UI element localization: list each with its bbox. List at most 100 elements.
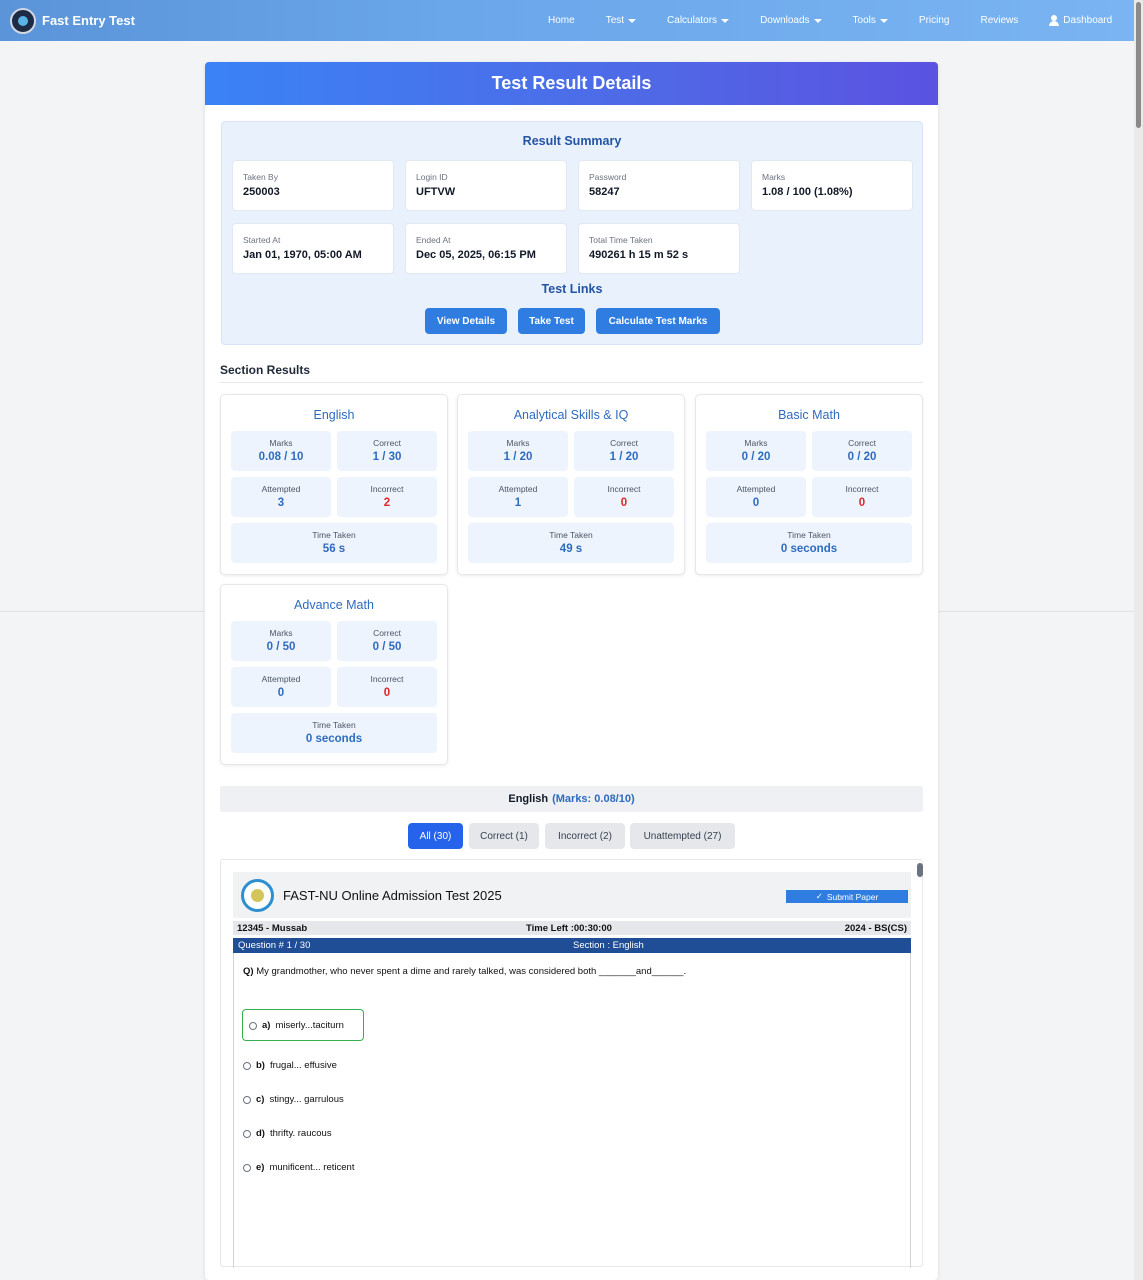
stat-attempted-value: 0 [752,497,760,509]
question-text: Q) My grandmother, who never spent a dim… [243,966,686,977]
caret-down-icon [813,18,822,23]
stat-attempted: Attempted 0 [706,477,806,517]
total-time-label: Total Time Taken [589,235,653,245]
brand[interactable]: Fast Entry Test [10,7,135,34]
radio-icon[interactable] [243,1095,251,1104]
radio-icon[interactable] [243,1163,251,1172]
filter-incorrect-button[interactable]: Incorrect (2) [545,823,625,849]
stat-marks-value: 0 / 50 [266,641,296,653]
submit-paper-label: Submit Paper [826,891,879,902]
nav-dashboard[interactable]: Dashboard [1049,15,1112,26]
stat-incorrect-value: 2 [383,497,391,509]
stat-incorrect: Incorrect 0 [337,667,437,707]
stat-marks: Marks 0.08 / 10 [231,431,331,471]
nav-dashboard-label: Dashboard [1063,15,1113,26]
option-b[interactable]: b) frugal... effusive [243,1060,337,1071]
radio-icon[interactable] [243,1129,251,1138]
stat-attempted: Attempted 1 [468,477,568,517]
take-test-button[interactable]: Take Test [518,308,585,334]
top-navbar: Fast Entry Test Home Test Calculators Do… [0,0,1134,41]
option-text: stingy... garrulous [269,1094,344,1105]
stat-attempted-label: Attempted [498,484,538,494]
stat-correct-label: Correct [610,438,638,448]
started-at-tile: Started At Jan 01, 1970, 05:00 AM [232,223,394,274]
stat-time-value: 49 s [559,543,583,555]
marks-label: Marks [762,172,786,182]
option-text: munificent... reticent [269,1162,355,1173]
submit-paper-button[interactable]: ✓ Submit Paper [786,890,908,903]
nav-pricing[interactable]: Pricing [919,15,950,26]
ended-at-value: Dec 05, 2025, 06:15 PM [416,249,536,261]
filter-all-button[interactable]: All (30) [408,823,463,849]
calculate-test-marks-button[interactable]: Calculate Test Marks [596,308,720,334]
stat-incorrect-label: Incorrect [845,484,879,494]
nav-reviews[interactable]: Reviews [980,15,1018,26]
marks-tile: Marks 1.08 / 100 (1.08%) [751,160,913,211]
option-key: c) [256,1094,265,1105]
nav-pricing-label: Pricing [918,15,950,26]
option-e[interactable]: e) munificent... reticent [243,1162,354,1173]
stat-marks: Marks 0 / 50 [231,621,331,661]
stat-incorrect-value: 0 [383,687,391,699]
section-card-advance-math: Advance Math Marks 0 / 50 Correct 0 / 50… [220,584,448,765]
nav-downloads[interactable]: Downloads [760,15,822,26]
ended-at-label: Ended At [416,235,451,245]
result-summary: Result Summary Taken By 250003 Login ID … [221,121,923,345]
stat-incorrect-label: Incorrect [370,484,404,494]
stat-time: Time Taken 0 seconds [231,713,437,753]
test-links-title: Test Links [541,282,603,296]
stat-attempted-value: 0 [277,687,285,699]
stat-incorrect-label: Incorrect [607,484,641,494]
radio-icon[interactable] [249,1021,257,1030]
question-scrollbar-thumb[interactable] [917,863,923,877]
nav-tools-label: Tools [852,15,876,26]
marks-value: 1.08 / 100 (1.08%) [762,186,853,198]
filter-unattempted-button[interactable]: Unattempted (27) [630,823,735,849]
user-icon [1049,15,1060,26]
exam-info-bar: 12345 - Mussab Time Left :00:30:00 2024 … [233,921,911,935]
password-label: Password [589,172,627,182]
subject-name: English [508,793,549,805]
stat-attempted: Attempted 3 [231,477,331,517]
stat-correct-label: Correct [373,438,401,448]
result-summary-title: Result Summary [522,134,622,148]
page-scrollbar-thumb[interactable] [1136,2,1141,128]
stat-correct-value: 0 / 50 [372,641,402,653]
page-title: Test Result Details [205,62,938,105]
question-body [233,953,911,1268]
nav-home[interactable]: Home [548,15,575,26]
nav-reviews-label: Reviews [980,15,1019,26]
stat-incorrect-value: 0 [858,497,866,509]
stat-marks-value: 1 / 20 [503,451,533,463]
option-c[interactable]: c) stingy... garrulous [243,1094,344,1105]
nav-calculators[interactable]: Calculators [667,15,730,26]
stat-correct: Correct 0 / 20 [812,431,912,471]
section-name: Advance Math [294,598,374,612]
radio-icon[interactable] [243,1061,251,1070]
question-section: Section : English [573,940,644,951]
section-results-title: Section Results [220,363,311,377]
stat-correct-label: Correct [373,628,401,638]
stat-marks-value: 0.08 / 10 [258,451,304,463]
stat-time-value: 0 seconds [780,543,838,555]
stat-time: Time Taken 56 s [231,523,437,563]
nav-menu: Home Test Calculators Downloads Tools Pr… [548,0,1112,41]
filter-correct-button[interactable]: Correct (1) [469,823,539,849]
stat-time-label: Time Taken [312,530,356,540]
stat-correct: Correct 1 / 30 [337,431,437,471]
caret-down-icon [628,18,637,23]
option-d[interactable]: d) thrifty. raucous [243,1128,332,1139]
stat-marks: Marks 0 / 20 [706,431,806,471]
stat-time: Time Taken 0 seconds [706,523,912,563]
password-value: 58247 [589,186,620,198]
stat-attempted-value: 1 [514,497,522,509]
page-scrollbar[interactable] [1134,0,1143,1280]
login-id-tile: Login ID UFTVW [405,160,567,211]
nav-tools[interactable]: Tools [853,15,888,26]
nav-test[interactable]: Test [606,15,637,26]
view-details-button[interactable]: View Details [425,308,507,334]
university-logo-icon [241,879,274,912]
nav-downloads-label: Downloads [760,15,810,26]
section-name: English [313,408,355,422]
option-a[interactable]: a) miserly...taciturn [249,1020,344,1031]
